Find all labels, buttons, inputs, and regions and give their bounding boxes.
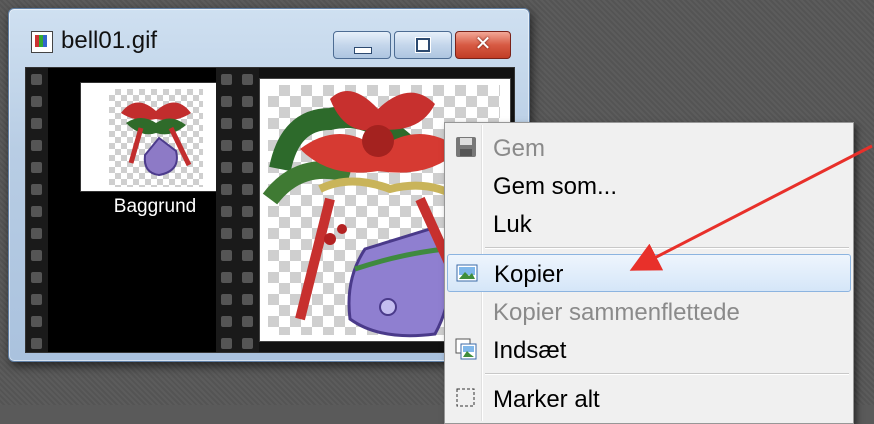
film-strip-hole: [242, 316, 253, 327]
film-strip-hole: [221, 96, 232, 107]
film-strip-hole: [242, 118, 253, 129]
layers-panel: Baggrund: [48, 68, 232, 352]
menu-item-label: Luk: [493, 211, 532, 238]
film-strip-left: [26, 68, 48, 352]
film-strip-hole: [242, 184, 253, 195]
paste-image-icon: [455, 338, 477, 360]
film-strip-hole: [31, 316, 42, 327]
menu-item-indsaet[interactable]: Indsæt: [447, 331, 849, 367]
film-strip-hole: [242, 140, 253, 151]
window-title: bell01.gif: [61, 27, 158, 54]
film-strip-hole: [221, 294, 232, 305]
menu-item-label: Kopier: [494, 261, 564, 288]
menu-separator: [485, 247, 849, 249]
menu-item-gem[interactable]: Gem: [447, 129, 849, 165]
film-strip-hole: [221, 206, 232, 217]
film-strip-hole: [221, 228, 232, 239]
film-strip-hole: [242, 162, 253, 173]
film-strip-hole: [31, 250, 42, 261]
menu-item-luk[interactable]: Luk: [447, 205, 849, 241]
film-strip-hole: [31, 338, 42, 349]
film-strip-hole: [31, 228, 42, 239]
film-strip-right: [237, 68, 259, 352]
minimize-icon: [354, 47, 372, 54]
film-strip-hole: [31, 96, 42, 107]
film-strip-hole: [242, 294, 253, 305]
film-strip-hole: [242, 250, 253, 261]
film-strip-hole: [242, 74, 253, 85]
maximize-button[interactable]: [394, 31, 452, 59]
minimize-button[interactable]: [333, 31, 391, 59]
layer-label[interactable]: Baggrund: [80, 196, 230, 218]
menu-item-kopier-sammenflettede[interactable]: Kopier sammenflettede: [447, 293, 849, 329]
film-strip-hole: [242, 228, 253, 239]
close-icon: ✕: [474, 33, 492, 55]
film-strip-hole: [31, 206, 42, 217]
menu-item-label: Indsæt: [493, 337, 567, 364]
film-strip-hole: [31, 118, 42, 129]
film-strip-hole: [31, 162, 42, 173]
film-strip-hole: [221, 118, 232, 129]
floppy-disk-icon: [456, 137, 476, 157]
film-strip-hole: [221, 184, 232, 195]
film-strip-hole: [31, 272, 42, 283]
film-strip-hole: [221, 250, 232, 261]
film-strip-hole: [31, 184, 42, 195]
film-strip-hole: [221, 272, 232, 283]
menu-item-marker-alt[interactable]: Marker alt: [447, 380, 849, 416]
close-button[interactable]: ✕: [455, 31, 511, 59]
context-menu: Gem Gem som... Luk Kopier Kopier sammenf…: [444, 122, 854, 424]
image-file-icon: [31, 31, 53, 53]
maximize-icon: [416, 38, 430, 52]
film-strip-hole: [242, 206, 253, 217]
menu-item-gem-som[interactable]: Gem som...: [447, 167, 849, 203]
film-strip-hole: [221, 74, 232, 85]
film-strip-hole: [221, 316, 232, 327]
film-strip-hole: [31, 294, 42, 305]
copy-image-icon: [456, 264, 478, 282]
title-bar[interactable]: bell01.gif ✕: [9, 9, 529, 61]
film-strip-hole: [221, 338, 232, 349]
film-strip-hole: [221, 140, 232, 151]
film-strip-hole: [31, 74, 42, 85]
film-strip-hole: [242, 96, 253, 107]
layer-thumbnail[interactable]: [80, 82, 232, 192]
menu-item-label: Kopier sammenflettede: [493, 299, 740, 326]
select-all-icon: [456, 388, 475, 407]
bell-thumbnail-image: [121, 102, 192, 177]
film-strip-hole: [242, 272, 253, 283]
menu-separator: [485, 373, 849, 375]
menu-item-label: Gem: [493, 135, 546, 162]
menu-item-kopier[interactable]: Kopier: [447, 254, 851, 292]
film-strip-hole: [221, 162, 232, 173]
film-strip-hole: [242, 338, 253, 349]
film-strip-middle: [216, 68, 238, 352]
menu-item-label: Marker alt: [493, 386, 600, 413]
menu-item-label: Gem som...: [493, 173, 618, 200]
window-content: Baggrund: [25, 67, 515, 353]
film-strip-hole: [31, 140, 42, 151]
